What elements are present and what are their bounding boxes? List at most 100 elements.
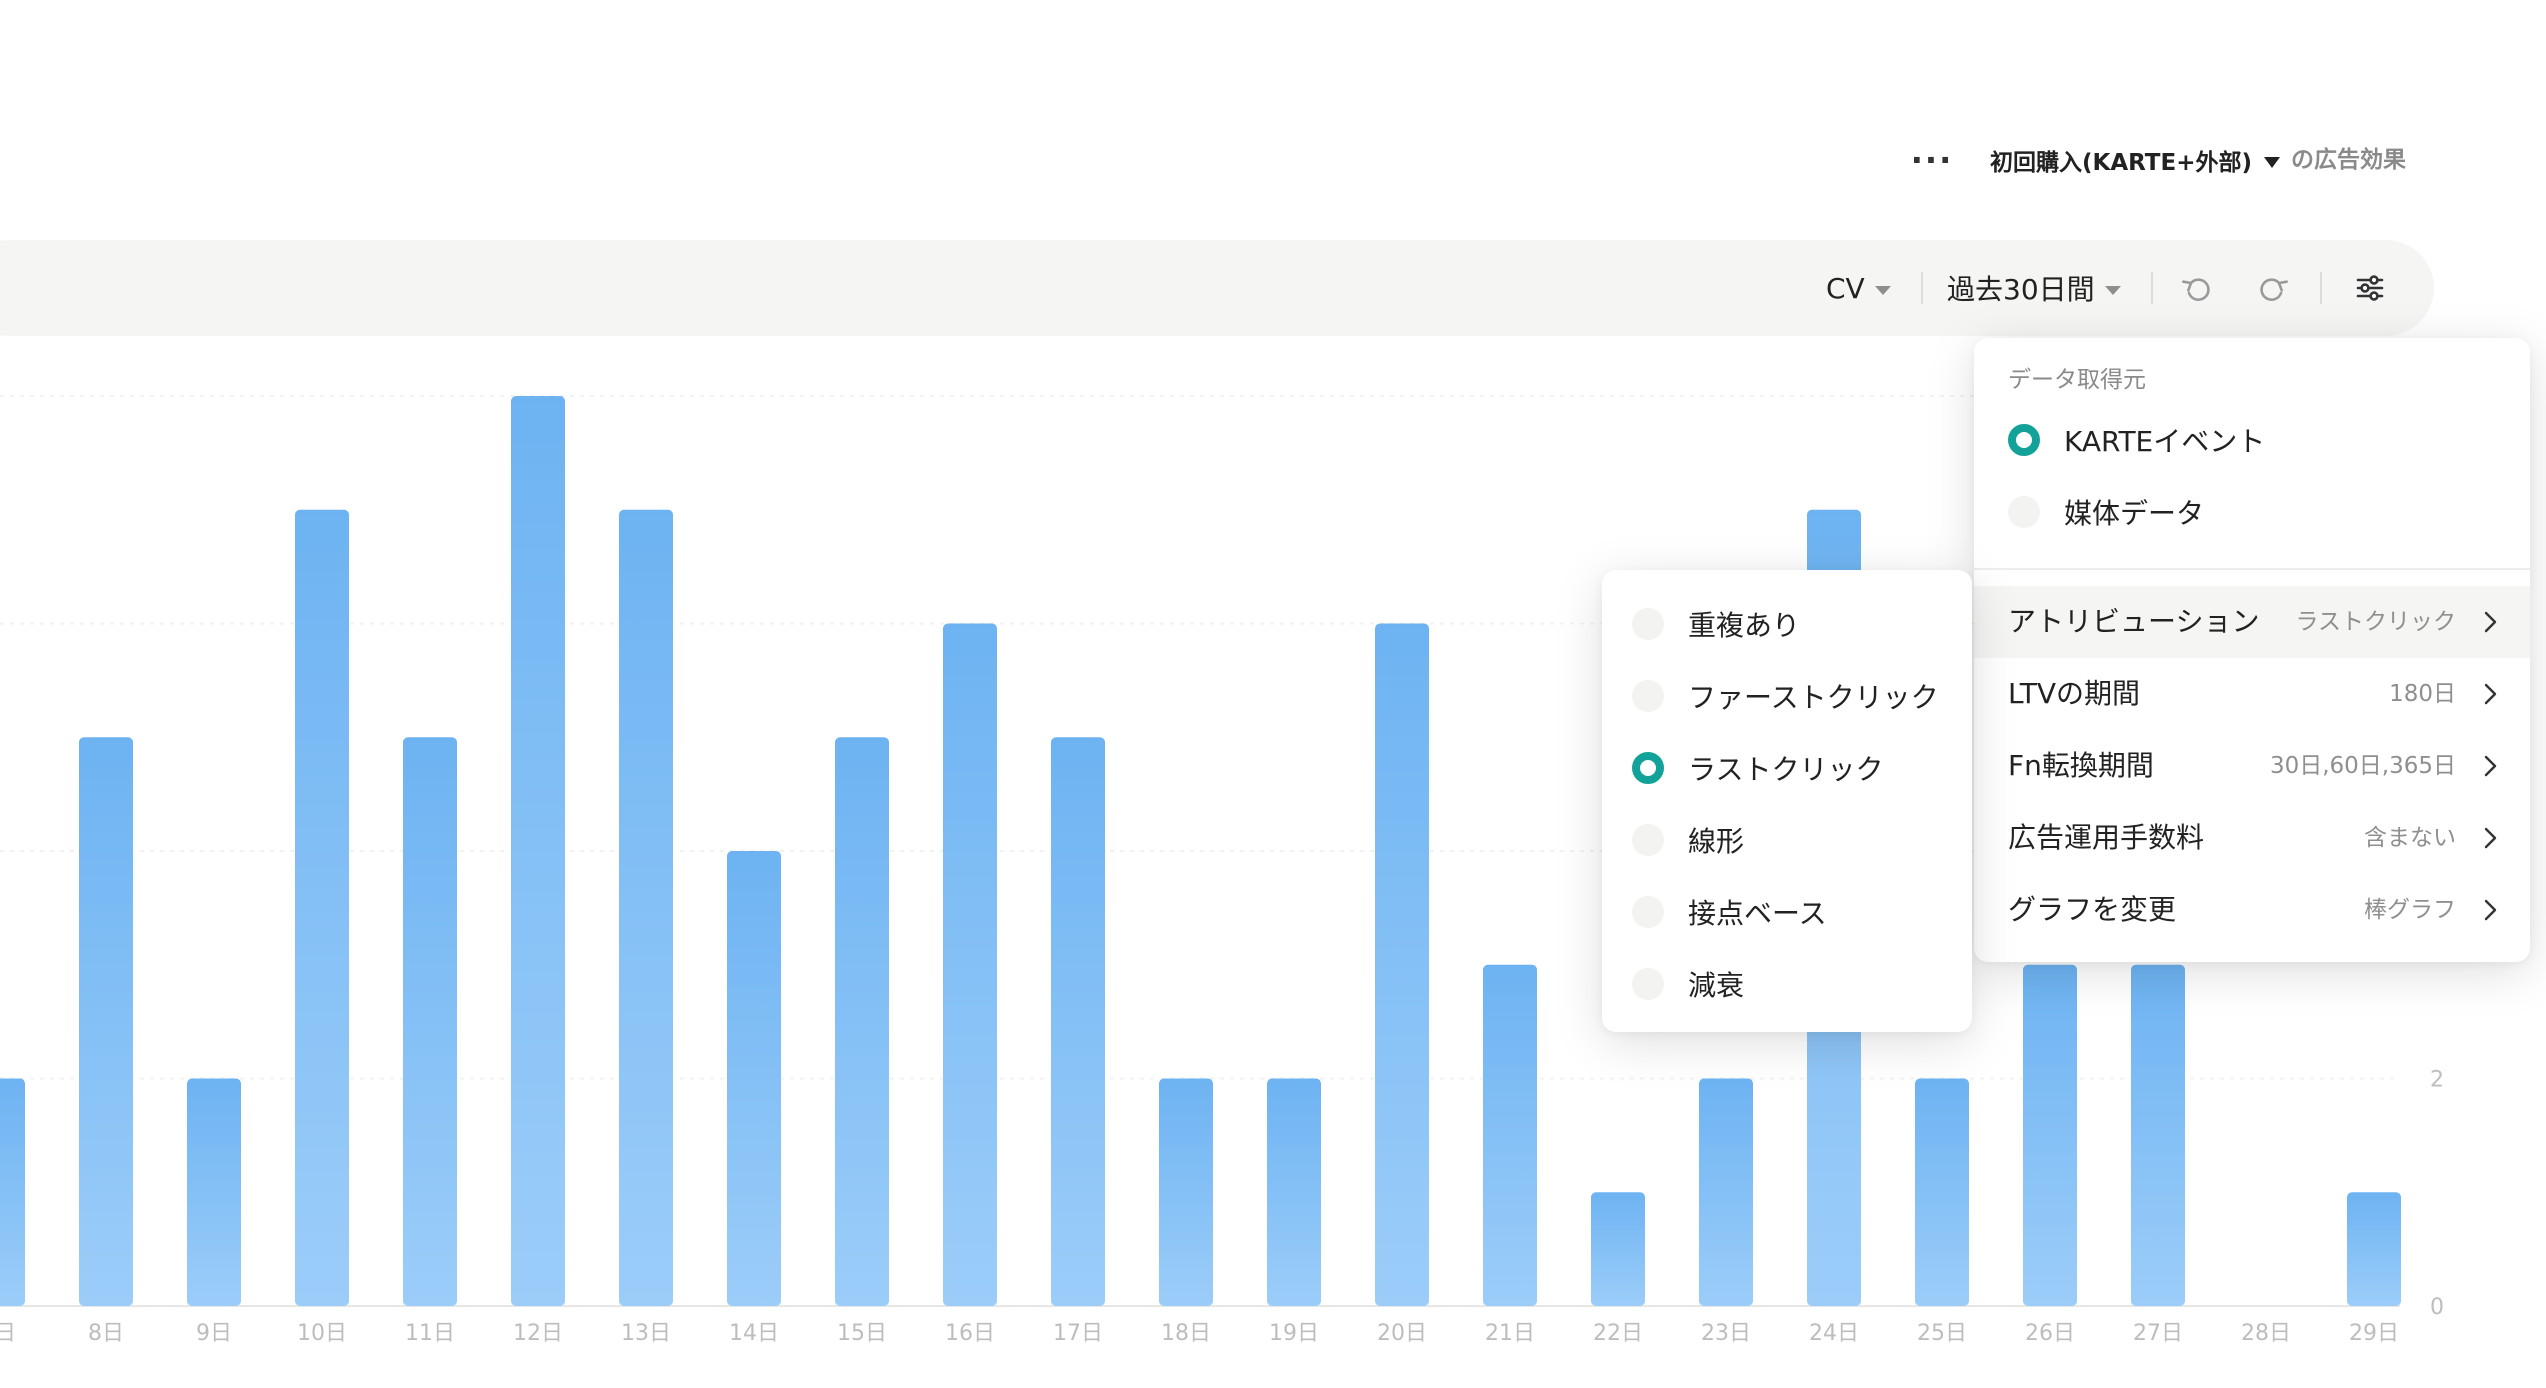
- bar-15日[interactable]: [835, 737, 889, 1306]
- x-tick-label: 29日: [2349, 1321, 2399, 1346]
- attribution-option-time-decay[interactable]: 減衰: [1632, 964, 1744, 1004]
- radio-icon: [1632, 896, 1664, 928]
- caret-down-icon: [2104, 285, 2121, 295]
- x-tick-label: 20日: [1377, 1321, 1427, 1346]
- attribution-option-linear[interactable]: 線形: [1632, 820, 1744, 860]
- metric-dropdown[interactable]: 初回購入(KARTE+外部): [1990, 140, 2280, 180]
- bar-27日[interactable]: [2131, 964, 2185, 1306]
- caret-down-icon: [2264, 156, 2280, 168]
- bar-9日[interactable]: [187, 1078, 241, 1307]
- attribution-option-label: 線形: [1688, 825, 1745, 858]
- redo-button[interactable]: [2250, 266, 2294, 310]
- bar-13日[interactable]: [619, 509, 673, 1306]
- chevron-right-icon: [2484, 683, 2497, 705]
- setting-value: 棒グラフ: [2364, 897, 2456, 923]
- undo-button[interactable]: [2176, 266, 2220, 310]
- cv-metric-dropdown-label: CV: [1826, 271, 1865, 305]
- data-source-title: データ取得元: [2008, 367, 2146, 393]
- more-options-button[interactable]: ···: [1911, 140, 1951, 180]
- attribution-option-label: 接点ベース: [1688, 897, 1827, 930]
- chevron-right-icon: [2484, 611, 2497, 633]
- cv-metric-dropdown[interactable]: CV: [1826, 266, 1891, 310]
- toolbar-divider: [2320, 272, 2322, 304]
- redo-icon: [2260, 278, 2288, 301]
- x-tick-label: 17日: [1053, 1321, 1103, 1346]
- attribution-option-position-based[interactable]: 接点ベース: [1632, 892, 1827, 932]
- y-tick-label: 2: [2430, 1068, 2444, 1093]
- radio-icon: [1632, 680, 1664, 712]
- filter-settings-icon: [2356, 275, 2384, 301]
- bar-22日[interactable]: [1591, 1192, 1645, 1306]
- bar-19日[interactable]: [1267, 1078, 1321, 1307]
- bar-21日[interactable]: [1483, 964, 1537, 1306]
- source-option-label: 媒体データ: [2064, 497, 2205, 530]
- period-dropdown-label: 過去30日間: [1947, 273, 2095, 306]
- x-tick-label: 28日: [2241, 1321, 2291, 1346]
- setting-label: LTVの期間: [2008, 677, 2141, 710]
- bar-23日[interactable]: [1699, 1078, 1753, 1307]
- chevron-right-icon: [2484, 755, 2497, 777]
- bar-12日[interactable]: [511, 396, 565, 1306]
- radio-icon: [1632, 608, 1664, 640]
- bar-10日[interactable]: [295, 509, 349, 1306]
- setting-row-fn-conversion-period[interactable]: Fn転換期間 30日,60日,365日: [1974, 730, 2530, 802]
- caret-down-icon: [1874, 285, 1891, 295]
- attribution-option-duplicate[interactable]: 重複あり: [1632, 604, 1800, 644]
- chevron-right-icon: [2484, 827, 2497, 849]
- radio-icon: [1632, 968, 1664, 1000]
- period-dropdown[interactable]: 過去30日間: [1947, 266, 2121, 310]
- bar-18日[interactable]: [1159, 1078, 1213, 1307]
- setting-value: 含まない: [2364, 825, 2456, 851]
- setting-label: アトリビューション: [2008, 605, 2260, 638]
- y-tick-label: 0: [2430, 1295, 2444, 1320]
- x-tick-label: 11日: [405, 1321, 455, 1346]
- bar-29日[interactable]: [2347, 1192, 2401, 1306]
- attribution-option-last-click[interactable]: ラストクリック: [1632, 748, 1883, 788]
- x-tick-label: 9日: [196, 1321, 232, 1346]
- x-tick-label: 23日: [1701, 1321, 1751, 1346]
- x-tick-label: 13日: [621, 1321, 671, 1346]
- bar-8日[interactable]: [79, 737, 133, 1306]
- setting-row-chart-type[interactable]: グラフを変更 棒グラフ: [1974, 874, 2530, 946]
- setting-value: 180日: [2389, 681, 2456, 707]
- chevron-right-icon: [2484, 899, 2497, 921]
- x-tick-label: 19日: [1269, 1321, 1319, 1346]
- attribution-submenu: 重複あり ファーストクリック ラストクリック 線形 接点ベース 減衰: [1602, 570, 1972, 1032]
- x-tick-label: 7日: [0, 1321, 16, 1346]
- attribution-option-label: ファーストクリック: [1688, 681, 1939, 714]
- x-tick-label: 21日: [1485, 1321, 1535, 1346]
- bar-7日[interactable]: [0, 1078, 25, 1307]
- attribution-option-label: ラストクリック: [1688, 753, 1884, 786]
- setting-row-attribution[interactable]: アトリビューション ラストクリック: [1974, 586, 2530, 658]
- setting-label: グラフを変更: [2008, 893, 2177, 926]
- filter-settings-button[interactable]: [2348, 266, 2392, 310]
- attribution-option-label: 減衰: [1688, 969, 1745, 1002]
- attribution-option-label: 重複あり: [1688, 609, 1801, 642]
- source-option-karte-event[interactable]: KARTEイベント: [2008, 420, 2265, 460]
- source-option-media-data[interactable]: 媒体データ: [2008, 492, 2204, 532]
- x-tick-label: 25日: [1917, 1321, 1967, 1346]
- x-tick-label: 27日: [2133, 1321, 2183, 1346]
- x-tick-label: 8日: [88, 1321, 124, 1346]
- attribution-option-first-click[interactable]: ファーストクリック: [1632, 676, 1939, 716]
- bar-17日[interactable]: [1051, 737, 1105, 1306]
- source-option-label: KARTEイベント: [2064, 425, 2266, 458]
- bar-26日[interactable]: [2023, 964, 2077, 1306]
- setting-value: ラストクリック: [2295, 609, 2456, 635]
- bar-11日[interactable]: [403, 737, 457, 1306]
- setting-label: Fn転換期間: [2008, 749, 2154, 782]
- radio-icon: [1632, 752, 1664, 784]
- toolbar-divider: [1921, 272, 1923, 304]
- bar-16日[interactable]: [943, 623, 997, 1307]
- setting-row-ltv-period[interactable]: LTVの期間 180日: [1974, 658, 2530, 730]
- setting-value: 30日,60日,365日: [2269, 753, 2456, 779]
- bar-25日[interactable]: [1915, 1078, 1969, 1307]
- x-tick-label: 15日: [837, 1321, 887, 1346]
- x-tick-label: 12日: [513, 1321, 563, 1346]
- bar-14日[interactable]: [727, 851, 781, 1306]
- setting-label: 広告運用手数料: [2008, 821, 2205, 854]
- undo-icon: [2182, 278, 2210, 301]
- setting-row-ad-fee[interactable]: 広告運用手数料 含まない: [1974, 802, 2530, 874]
- bar-20日[interactable]: [1375, 623, 1429, 1307]
- metric-dropdown-label: 初回購入(KARTE+外部): [1990, 150, 2252, 176]
